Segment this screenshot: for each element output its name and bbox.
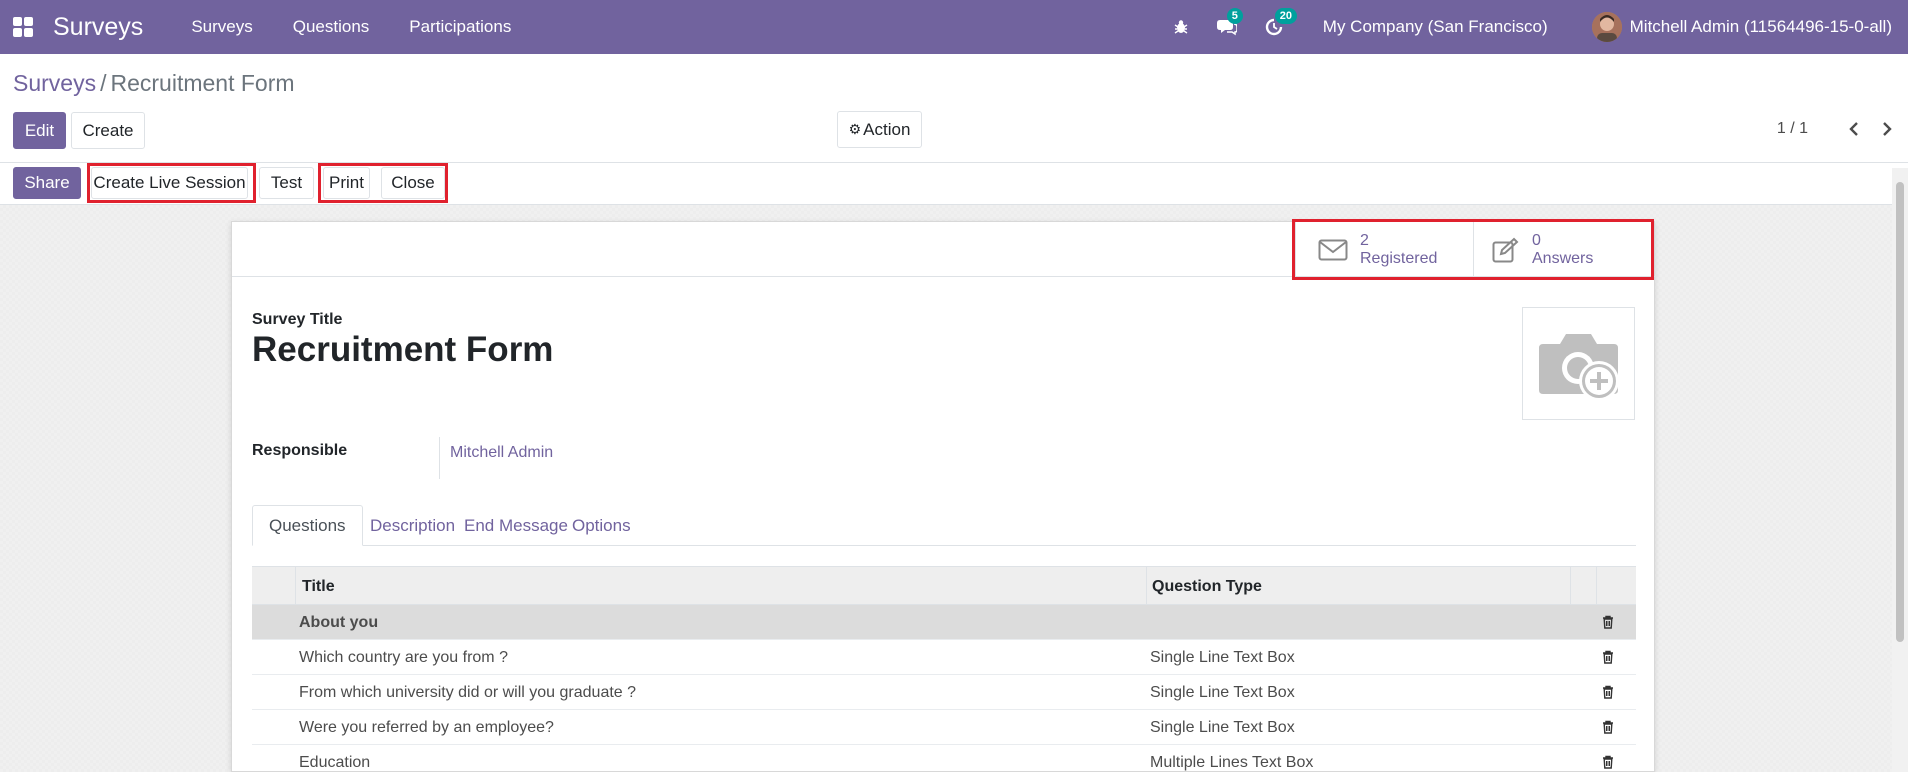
tab-options[interactable]: Options <box>556 505 647 546</box>
row-question-type: Single Line Text Box <box>1150 648 1295 666</box>
survey-title[interactable]: Recruitment Form <box>252 330 553 370</box>
row-title: Were you referred by an employee? <box>299 718 554 736</box>
highlight-live-session <box>87 163 256 203</box>
highlight-smart-buttons <box>1292 219 1654 280</box>
column-header-question-type[interactable]: Question Type <box>1152 567 1262 606</box>
action-label: Action <box>863 119 911 139</box>
table-header: Title Question Type <box>252 566 1636 606</box>
section-row[interactable]: About you <box>252 605 1636 640</box>
pager-previous-icon[interactable] <box>1847 118 1861 144</box>
menu-participations[interactable]: Participations <box>409 17 511 37</box>
trash-icon[interactable] <box>1602 755 1614 772</box>
trash-icon[interactable] <box>1602 615 1614 634</box>
messages-icon[interactable]: 5 <box>1216 8 1243 36</box>
bug-icon[interactable] <box>1173 19 1189 35</box>
activities-badge: 20 <box>1274 8 1298 24</box>
menu-questions[interactable]: Questions <box>293 17 370 37</box>
row-title: From which university did or will you gr… <box>299 683 637 701</box>
edit-button[interactable]: Edit <box>13 112 66 149</box>
responsible-label: Responsible <box>252 442 348 459</box>
highlight-print-close <box>318 163 448 203</box>
responsible-divider <box>439 437 440 479</box>
responsible-value[interactable]: Mitchell Admin <box>450 444 553 462</box>
row-question-type: Single Line Text Box <box>1150 718 1295 736</box>
row-title: Education <box>299 753 371 771</box>
test-button[interactable]: Test <box>259 167 314 199</box>
user-menu[interactable]: Mitchell Admin (11564496-15-0-all) <box>1630 17 1892 37</box>
pager-value[interactable]: 1 / 1 <box>1777 120 1808 138</box>
share-button[interactable]: Share <box>13 167 81 199</box>
activities-icon[interactable]: 20 <box>1265 8 1298 36</box>
form-tabs: Questions Description End Message Option… <box>252 505 1636 546</box>
table-row[interactable]: Which country are you from ? Single Line … <box>252 640 1636 675</box>
table-row[interactable]: Education Multiple Lines Text Box <box>252 745 1636 772</box>
scrollbar-thumb[interactable] <box>1896 182 1904 642</box>
breadcrumb-separator: / <box>100 70 107 96</box>
form-sheet: 2 Registered 0 Answers Survey Title Recr… <box>231 221 1656 772</box>
vertical-scrollbar[interactable] <box>1892 168 1908 772</box>
tab-questions[interactable]: Questions <box>252 505 363 546</box>
camera-add-icon[interactable] <box>1522 307 1635 420</box>
breadcrumb-current: Recruitment Form <box>110 70 295 96</box>
app-brand[interactable]: Surveys <box>53 13 143 42</box>
questions-table: Title Question Type About you Which count… <box>252 566 1636 772</box>
messages-badge: 5 <box>1226 8 1243 24</box>
row-title: Which country are you from ? <box>299 648 508 666</box>
form-statusbar: Share Create Live Session Test Print Clo… <box>0 163 1908 205</box>
column-header-title[interactable]: Title <box>302 567 335 606</box>
control-panel: Surveys / Recruitment Form Edit Create ⚙ Ac… <box>0 54 1908 163</box>
menu-surveys[interactable]: Surveys <box>191 17 252 37</box>
gear-icon: ⚙ <box>848 121 862 137</box>
action-dropdown[interactable]: ⚙ Action <box>837 111 922 148</box>
row-question-type: Single Line Text Box <box>1150 683 1295 701</box>
trash-icon[interactable] <box>1602 650 1614 669</box>
trash-icon[interactable] <box>1602 720 1614 739</box>
user-avatar[interactable] <box>1591 12 1622 42</box>
survey-title-label: Survey Title <box>252 311 343 328</box>
top-navbar: Surveys Surveys Questions Participations… <box>0 0 1908 54</box>
breadcrumb-parent[interactable]: Surveys <box>13 70 96 96</box>
table-row[interactable]: Were you referred by an employee? Single … <box>252 710 1636 745</box>
pager-next-icon[interactable] <box>1880 118 1894 144</box>
breadcrumb: Surveys / Recruitment Form <box>13 70 295 97</box>
trash-icon[interactable] <box>1602 685 1614 704</box>
row-question-type: Multiple Lines Text Box <box>1150 753 1314 771</box>
apps-menu-icon[interactable] <box>13 17 33 37</box>
company-switcher[interactable]: My Company (San Francisco) <box>1323 17 1548 37</box>
row-title: About you <box>299 613 379 631</box>
table-body: About you Which country are you from ? Sin… <box>252 605 1636 772</box>
create-button[interactable]: Create <box>71 112 145 149</box>
table-row[interactable]: From which university did or will you gr… <box>252 675 1636 710</box>
